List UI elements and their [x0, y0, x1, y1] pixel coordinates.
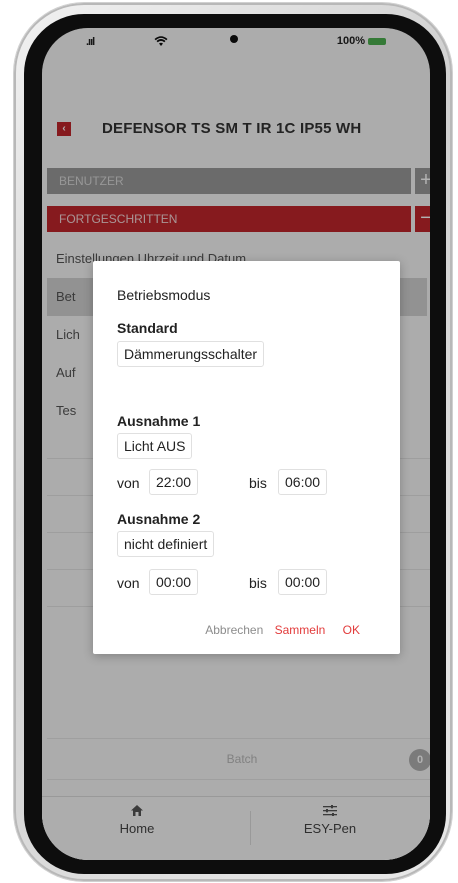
save-button[interactable]: Sammeln — [275, 623, 326, 637]
exception1-label: Ausnahme 1 — [117, 413, 201, 429]
cancel-button[interactable]: Abbrechen — [205, 623, 263, 637]
exception1-to-time[interactable]: 06:00 — [278, 469, 328, 495]
exception2-from-label: von — [117, 575, 140, 591]
standard-label: Standard — [117, 320, 178, 336]
exception2-to-time[interactable]: 00:00 — [278, 569, 328, 595]
standard-mode-field[interactable]: Dämmerungsschalter — [117, 341, 265, 367]
betriebsmodus-dialog: Betriebsmodus Standard Dämmerungsschalte… — [93, 261, 400, 654]
exception2-to-label: bis — [249, 575, 267, 591]
dialog-title: Betriebsmodus — [117, 287, 211, 303]
exception1-from-time[interactable]: 22:00 — [149, 469, 199, 495]
dialog-actions: Abbrechen Sammeln OK — [197, 623, 360, 637]
ok-button[interactable]: OK — [343, 623, 360, 637]
exception2-label: Ausnahme 2 — [117, 511, 201, 527]
exception1-to-label: bis — [249, 475, 267, 491]
exception1-from-label: von — [117, 475, 140, 491]
exception2-mode-field[interactable]: nicht definiert — [117, 531, 215, 557]
exception1-mode-field[interactable]: Licht AUS — [117, 433, 193, 459]
exception2-from-time[interactable]: 00:00 — [149, 569, 199, 595]
app-screen: .ııl 100% ‹ DEFENSOR TS SM T IR 1C IP55 … — [42, 28, 430, 860]
